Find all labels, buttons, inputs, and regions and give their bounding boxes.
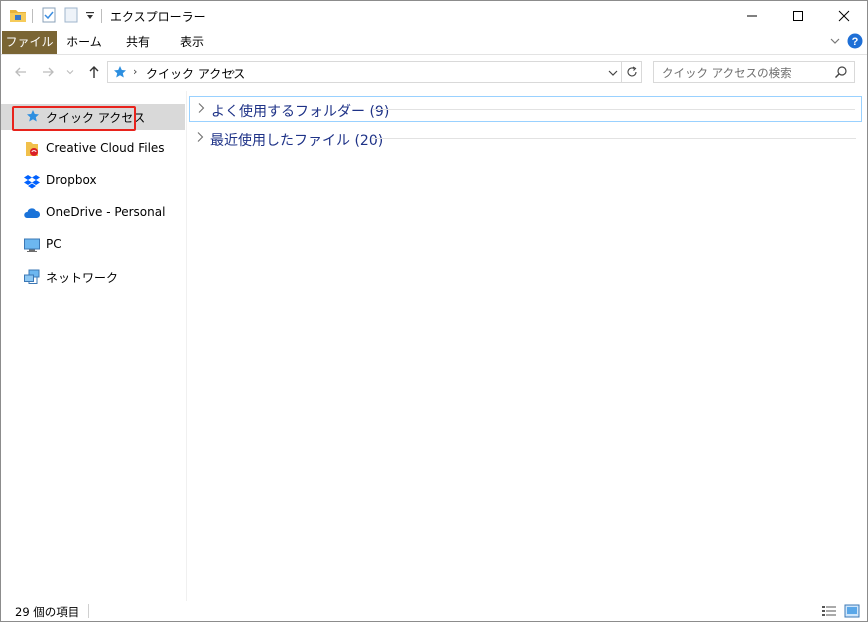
help-icon[interactable]: ?	[847, 33, 863, 49]
navigation-bar: › クイック アクセス › クイック アクセスの検索	[1, 56, 867, 90]
minimize-icon	[747, 15, 757, 17]
group-label: よく使用するフォルダー (9)	[211, 104, 390, 120]
dropbox-icon	[23, 172, 41, 190]
star-icon	[113, 65, 127, 82]
tab-view[interactable]: 表示	[169, 31, 215, 54]
customize-toolbar-icon[interactable]	[85, 10, 95, 24]
address-bar[interactable]: › クイック アクセス ›	[107, 61, 622, 83]
maximize-icon	[793, 11, 803, 21]
forward-arrow-icon	[43, 67, 54, 77]
sidebar-item-label: PC	[46, 237, 62, 251]
group-recent-files[interactable]: 最近使用したファイル (20)	[189, 126, 862, 152]
title-divider	[32, 9, 33, 23]
path-separator[interactable]: ›	[133, 65, 137, 78]
search-placeholder: クイック アクセスの検索	[662, 66, 792, 80]
forward-button[interactable]	[38, 62, 58, 82]
sidebar-item-label: OneDrive - Personal	[46, 205, 166, 219]
onedrive-cloud-icon	[23, 204, 41, 222]
sidebar-item-dropbox[interactable]: Dropbox	[1, 168, 185, 194]
sidebar-item-label: ネットワーク	[46, 271, 119, 285]
chevron-down-icon	[66, 70, 74, 75]
tab-share[interactable]: 共有	[115, 31, 161, 54]
group-divider	[372, 109, 855, 110]
svg-text:?: ?	[852, 36, 859, 48]
sidebar-item-onedrive[interactable]: OneDrive - Personal	[1, 200, 185, 226]
sidebar-item-network[interactable]: ネットワーク	[1, 264, 185, 290]
back-arrow-icon	[15, 67, 26, 77]
search-icon[interactable]	[834, 65, 848, 82]
address-dropdown-icon[interactable]	[608, 67, 618, 81]
tab-file[interactable]: ファイル	[2, 31, 57, 54]
search-input[interactable]: クイック アクセスの検索	[653, 61, 855, 83]
new-folder-icon[interactable]	[63, 7, 79, 26]
details-view-icon[interactable]	[821, 603, 837, 619]
close-icon	[838, 10, 850, 22]
status-bar: 29 個の項目	[1, 601, 867, 621]
monitor-icon	[23, 236, 41, 254]
title-divider	[101, 9, 102, 23]
properties-icon[interactable]	[41, 7, 57, 26]
recent-locations-button[interactable]	[63, 62, 77, 82]
up-button[interactable]	[84, 62, 104, 82]
sidebar-item-pc[interactable]: PC	[1, 232, 185, 258]
refresh-icon	[626, 66, 637, 77]
title-bar: エクスプローラー	[1, 1, 867, 31]
refresh-button[interactable]	[622, 61, 642, 83]
sidebar-item-creative-cloud-files[interactable]: Creative Cloud Files	[1, 136, 185, 162]
sidebar-item-label: Dropbox	[46, 173, 97, 187]
group-divider	[372, 138, 856, 139]
group-frequent-folders[interactable]: よく使用するフォルダー (9)	[189, 96, 862, 122]
sidebar-item-label: Creative Cloud Files	[46, 141, 165, 155]
chevron-right-icon[interactable]	[195, 131, 205, 146]
window-title: エクスプローラー	[110, 10, 206, 24]
content-pane: よく使用するフォルダー (9) 最近使用したファイル (20)	[188, 91, 867, 601]
chevron-right-icon[interactable]	[196, 102, 206, 117]
explorer-window: エクスプローラー ファイル ホーム 共有 表示 ? › クイック アクセス › …	[0, 0, 868, 622]
item-count: 29 個の項目	[15, 605, 80, 619]
maximize-button[interactable]	[775, 1, 821, 31]
ribbon-tabs: ファイル ホーム 共有 表示 ?	[1, 31, 867, 55]
highlight-annotation	[12, 106, 136, 131]
minimize-button[interactable]	[729, 1, 775, 31]
large-icons-view-icon[interactable]	[844, 603, 860, 619]
network-icon	[23, 268, 41, 286]
back-button[interactable]	[11, 62, 31, 82]
expand-ribbon-icon[interactable]	[829, 35, 841, 47]
close-button[interactable]	[821, 1, 867, 31]
creative-cloud-folder-icon	[23, 140, 41, 158]
group-label: 最近使用したファイル (20)	[210, 133, 384, 149]
up-arrow-icon	[89, 66, 99, 78]
navigation-pane: クイック アクセス Creative Cloud Files Dropbox O…	[1, 91, 187, 601]
path-separator[interactable]: ›	[231, 65, 235, 78]
tab-home[interactable]: ホーム	[61, 31, 107, 54]
status-divider	[88, 604, 89, 618]
folder-icon[interactable]	[9, 7, 27, 26]
